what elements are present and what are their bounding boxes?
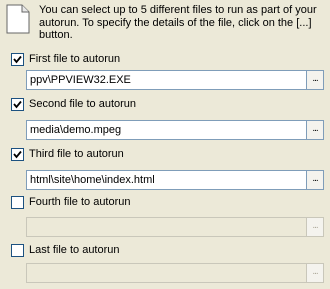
file-5-checkbox[interactable]: [11, 243, 24, 257]
checkmark-icon: [13, 100, 22, 108]
file-4-checkbox[interactable]: [11, 195, 24, 209]
file-1-label: First file to autorun: [29, 53, 121, 65]
file-4-browse-button[interactable]: ...: [306, 217, 324, 237]
checkmark-icon: [13, 150, 22, 158]
file-2-browse-button[interactable]: ...: [306, 120, 324, 140]
file-4-toggle[interactable]: Fourth file to autorun: [11, 194, 323, 210]
file-1-field: ppv\PPVIEW32.EXE ...: [26, 70, 324, 90]
file-5-label: Last file to autorun: [29, 244, 120, 256]
intro-description: You can select up to 5 different files t…: [39, 4, 317, 41]
file-5-path-input[interactable]: [26, 263, 307, 283]
document-icon: [6, 4, 30, 34]
file-2-checkbox[interactable]: [11, 97, 24, 111]
file-2-field: media\demo.mpeg ...: [26, 120, 324, 140]
file-3-label: Third file to autorun: [29, 148, 124, 160]
checkmark-icon: [13, 55, 22, 63]
file-1-toggle[interactable]: First file to autorun: [11, 51, 323, 67]
file-3-field: html\site\home\index.html ...: [26, 170, 324, 190]
file-5-browse-button[interactable]: ...: [306, 263, 324, 283]
file-3-browse-button[interactable]: ...: [306, 170, 324, 190]
file-4-path-input[interactable]: [26, 217, 307, 237]
file-2-toggle[interactable]: Second file to autorun: [11, 96, 323, 112]
file-2-label: Second file to autorun: [29, 98, 137, 110]
file-1-path-input[interactable]: ppv\PPVIEW32.EXE: [26, 70, 307, 90]
file-5-toggle[interactable]: Last file to autorun: [11, 242, 323, 258]
file-3-path-input[interactable]: html\site\home\index.html: [26, 170, 307, 190]
intro-panel: You can select up to 5 different files t…: [6, 4, 324, 42]
file-2-path-input[interactable]: media\demo.mpeg: [26, 120, 307, 140]
file-4-label: Fourth file to autorun: [29, 196, 131, 208]
file-5-field: ...: [26, 263, 324, 283]
file-4-field: ...: [26, 217, 324, 237]
file-1-browse-button[interactable]: ...: [306, 70, 324, 90]
file-3-checkbox[interactable]: [11, 147, 24, 161]
file-1-checkbox[interactable]: [11, 52, 24, 66]
file-3-toggle[interactable]: Third file to autorun: [11, 146, 323, 162]
